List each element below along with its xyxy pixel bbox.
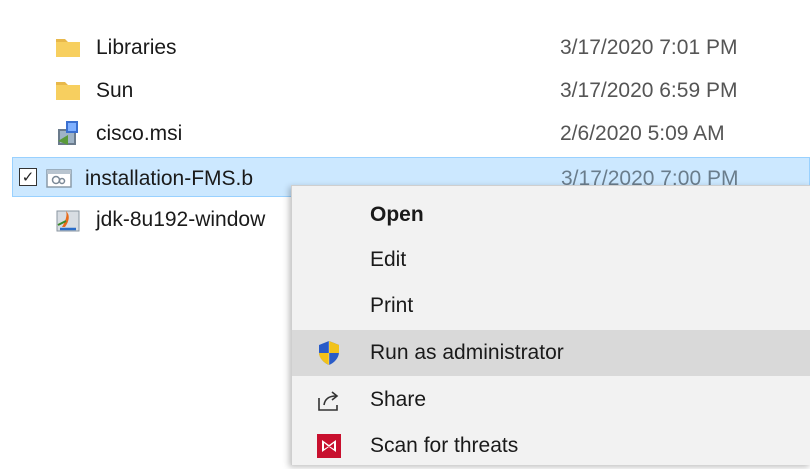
msi-installer-icon [54, 119, 82, 147]
java-installer-icon [54, 205, 82, 233]
file-name: installation-FMS.b [85, 167, 254, 190]
file-date: 2/6/2020 5:09 AM [560, 122, 725, 145]
uac-shield-icon [316, 340, 342, 366]
file-name: Sun [96, 79, 134, 102]
file-row-cisco-msi[interactable]: cisco.msi 2/6/2020 5:09 AM [12, 113, 810, 153]
file-name: cisco.msi [96, 122, 183, 145]
menu-item-open[interactable]: Open [292, 192, 810, 238]
folder-icon [54, 33, 82, 61]
mcafee-icon [316, 433, 342, 459]
file-name: jdk-8u192-window [96, 208, 266, 231]
menu-item-print[interactable]: Print [292, 283, 810, 329]
menu-item-label: Run as administrator [370, 341, 564, 364]
folder-icon [54, 76, 82, 104]
menu-item-run-as-administrator[interactable]: Run as administrator [292, 330, 810, 376]
file-date: 3/17/2020 7:01 PM [560, 36, 738, 59]
menu-item-label: Share [370, 388, 427, 411]
menu-item-label: Edit [370, 248, 407, 271]
file-row-sun[interactable]: Sun 3/17/2020 6:59 PM [12, 70, 810, 110]
share-icon [316, 387, 342, 413]
menu-item-share[interactable]: Share [292, 377, 810, 423]
file-row-libraries[interactable]: Libraries 3/17/2020 7:01 PM [12, 27, 810, 67]
menu-item-scan-for-threats[interactable]: Scan for threats [292, 423, 810, 469]
context-menu: Open Edit Print Run as administrator Sha… [291, 185, 810, 465]
menu-item-label: Scan for threats [370, 434, 519, 457]
selection-checkbox[interactable]: ✓ [19, 168, 37, 186]
menu-item-label: Print [370, 294, 414, 317]
batch-file-icon [45, 164, 73, 192]
menu-item-label: Open [370, 203, 424, 226]
menu-item-edit[interactable]: Edit [292, 237, 810, 283]
file-name: Libraries [96, 36, 177, 59]
file-date: 3/17/2020 6:59 PM [560, 79, 738, 102]
